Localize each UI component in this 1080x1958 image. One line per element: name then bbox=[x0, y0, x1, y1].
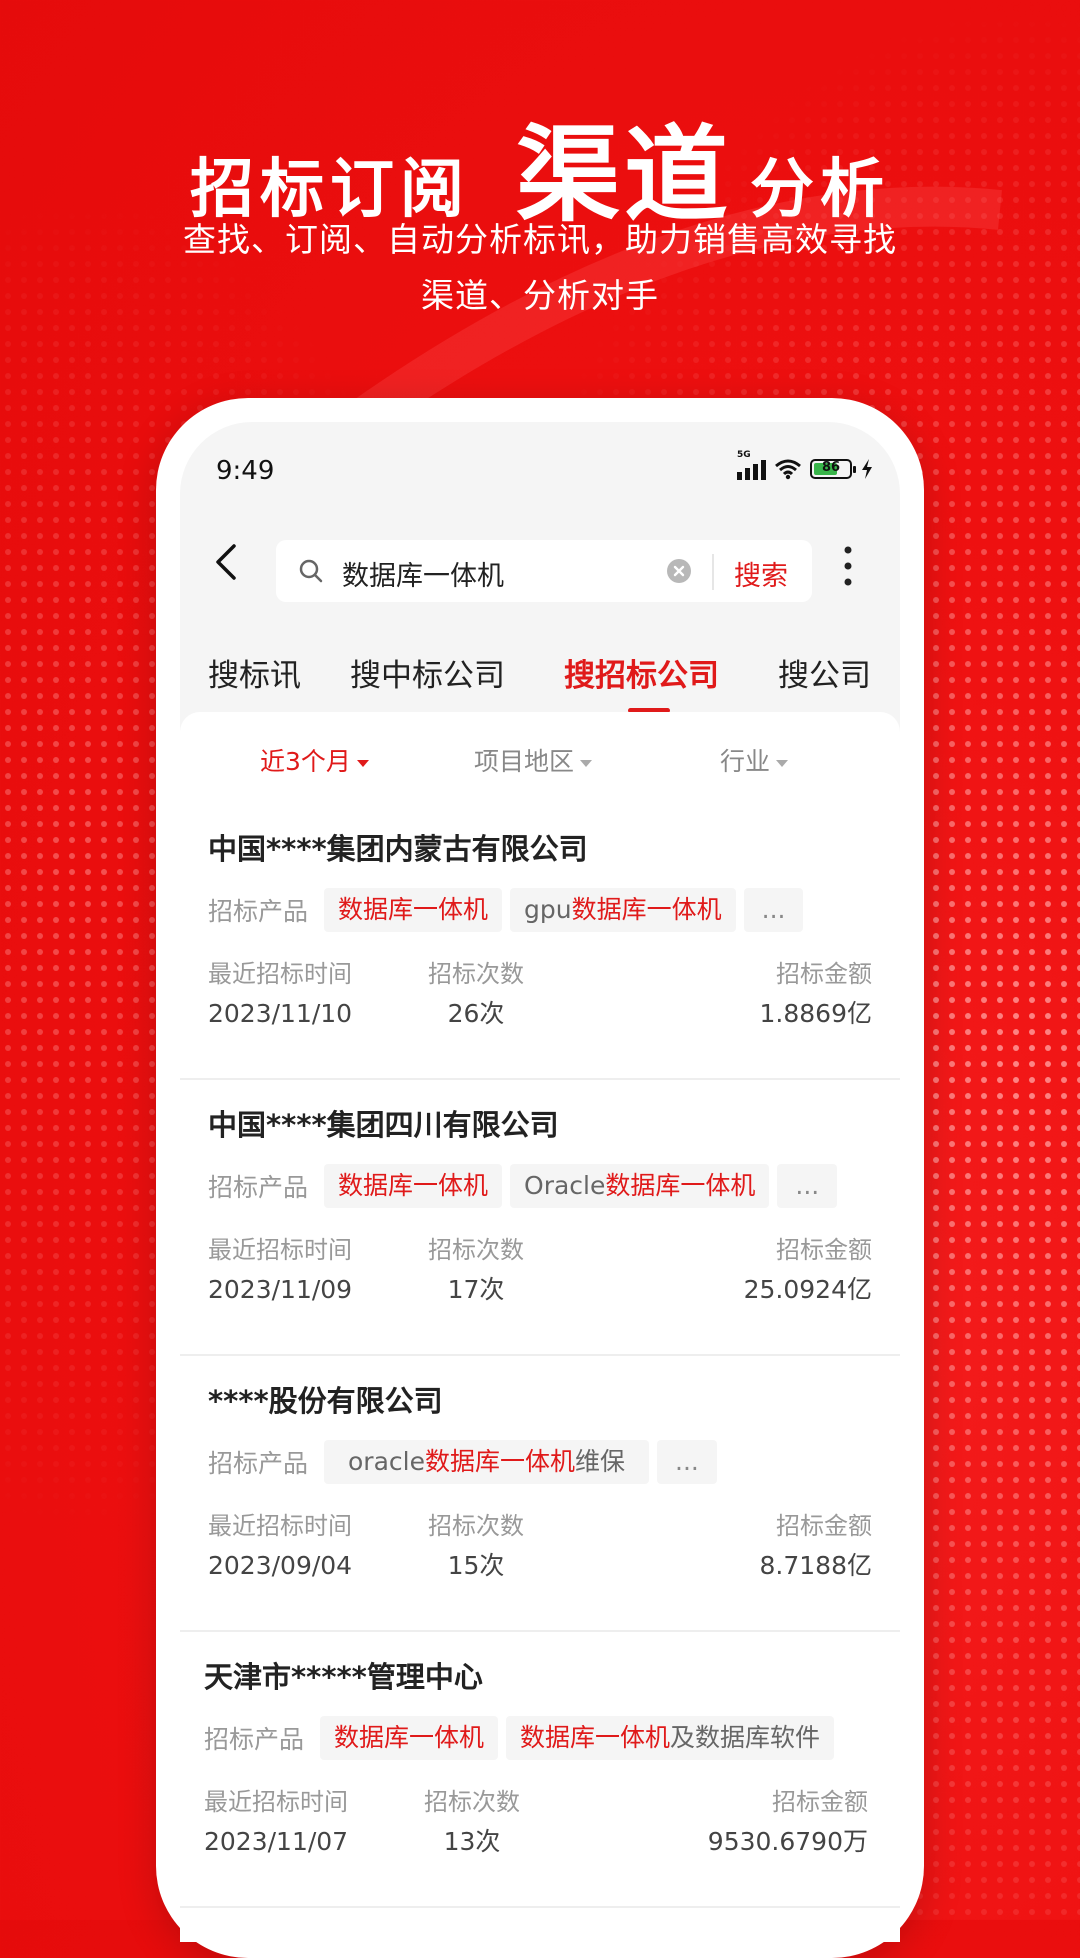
more-options-icon[interactable] bbox=[836, 542, 860, 590]
products-label: 招标产品 bbox=[208, 1449, 309, 1478]
dropdown-caret-icon bbox=[356, 759, 369, 767]
bid-count: 招标次数 26次 bbox=[428, 960, 524, 1028]
bid-amount: 招标金额 25.0924亿 bbox=[743, 1236, 872, 1304]
filter-industry-label: 行业 bbox=[720, 747, 771, 776]
last-bid-time: 最近招标时间 2023/11/09 bbox=[208, 1236, 353, 1304]
search-icon bbox=[299, 559, 323, 583]
filter-time-range[interactable]: 近3个月 bbox=[260, 742, 369, 778]
search-input[interactable]: 数据库一体机 bbox=[342, 554, 504, 593]
promo-subtitle-line1: 查找、订阅、自动分析标讯，助力销售高效寻找 bbox=[183, 220, 897, 259]
result-card[interactable]: 中国****集团内蒙古有限公司 招标产品 数据库一体机 gpu数据库一体机 ..… bbox=[180, 804, 900, 1080]
last-bid-time: 最近招标时间 2023/11/10 bbox=[208, 960, 353, 1028]
filter-region[interactable]: 项目地区 bbox=[474, 742, 593, 778]
product-tag[interactable]: 数据库一体机及数据库软件 bbox=[506, 1716, 835, 1760]
search-type-tabs: 搜标讯 搜中标公司 搜招标公司 搜公司 bbox=[180, 632, 900, 713]
products-label: 招标产品 bbox=[204, 1725, 305, 1754]
product-tag[interactable]: oracle数据库一体机维保 bbox=[324, 1440, 650, 1484]
more-tags[interactable]: ... bbox=[777, 1164, 838, 1208]
bid-count: 招标次数 17次 bbox=[428, 1236, 524, 1304]
product-tags: 招标产品 oracle数据库一体机维保 ... bbox=[208, 1440, 717, 1484]
search-header: 数据库一体机 搜索 bbox=[180, 512, 900, 612]
search-divider bbox=[712, 554, 714, 590]
result-card[interactable]: ****股份有限公司 招标产品 oracle数据库一体机维保 ... 最近招标时… bbox=[180, 1356, 900, 1632]
bid-count: 招标次数 13次 bbox=[424, 1788, 520, 1856]
filter-bar: 近3个月 项目地区 行业 bbox=[180, 712, 900, 804]
bid-amount: 招标金额 9530.6790万 bbox=[707, 1788, 868, 1856]
status-bar: 9:49 5G 86 bbox=[180, 422, 900, 512]
search-button[interactable]: 搜索 bbox=[734, 554, 788, 593]
product-tag[interactable]: 数据库一体机 bbox=[324, 1164, 503, 1208]
results-panel: 近3个月 项目地区 行业 中国****集团内蒙古有限公司 招标产品 数据库一体机… bbox=[180, 712, 900, 1942]
divider bbox=[180, 1906, 900, 1908]
company-name[interactable]: 天津市*****管理中心 bbox=[204, 1654, 483, 1696]
company-name[interactable]: ****股份有限公司 bbox=[208, 1378, 443, 1420]
battery-level: 86 bbox=[821, 460, 841, 475]
tab-tendering-companies[interactable]: 搜招标公司 bbox=[564, 650, 719, 695]
phone-frame: 9:49 5G 86 数据库一体机 搜索 搜标讯 搜中标公司 搜招标公司 搜公司… bbox=[156, 398, 924, 1958]
status-time: 9:49 bbox=[216, 456, 275, 486]
promo-subtitle: 查找、订阅、自动分析标讯，助力销售高效寻找 渠道、分析对手 bbox=[140, 212, 940, 324]
tab-companies[interactable]: 搜公司 bbox=[778, 650, 871, 695]
products-label: 招标产品 bbox=[208, 897, 309, 926]
network-type: 5G bbox=[737, 450, 751, 460]
product-tags: 招标产品 数据库一体机 Oracle数据库一体机 ... bbox=[208, 1164, 838, 1208]
status-icons: 5G 86 bbox=[737, 450, 874, 482]
bid-amount: 招标金额 8.7188亿 bbox=[759, 1512, 872, 1580]
company-name[interactable]: 中国****集团四川有限公司 bbox=[208, 1102, 559, 1144]
search-bar[interactable]: 数据库一体机 搜索 bbox=[276, 540, 812, 602]
result-card[interactable]: 中国****集团四川有限公司 招标产品 数据库一体机 Oracle数据库一体机 … bbox=[180, 1080, 900, 1356]
wifi-icon bbox=[775, 459, 801, 480]
product-tag[interactable]: gpu数据库一体机 bbox=[510, 888, 736, 932]
back-arrow-icon[interactable] bbox=[208, 540, 248, 584]
result-card[interactable]: 天津市*****管理中心 招标产品 数据库一体机 数据库一体机及数据库软件 最近… bbox=[180, 1632, 900, 1908]
clear-icon[interactable] bbox=[666, 558, 692, 584]
promo-subtitle-line2: 渠道、分析对手 bbox=[421, 276, 659, 315]
tab-winning-companies[interactable]: 搜中标公司 bbox=[350, 650, 505, 695]
company-name[interactable]: 中国****集团内蒙古有限公司 bbox=[208, 826, 588, 868]
products-label: 招标产品 bbox=[208, 1173, 309, 1202]
dropdown-caret-icon bbox=[580, 759, 593, 767]
more-tags[interactable]: ... bbox=[743, 888, 804, 932]
charging-icon bbox=[862, 459, 872, 479]
product-tag[interactable]: Oracle数据库一体机 bbox=[510, 1164, 770, 1208]
last-bid-time: 最近招标时间 2023/11/07 bbox=[204, 1788, 349, 1856]
product-tags: 招标产品 数据库一体机 gpu数据库一体机 ... bbox=[208, 888, 804, 932]
filter-time-range-label: 近3个月 bbox=[260, 747, 351, 776]
product-tags: 招标产品 数据库一体机 数据库一体机及数据库软件 bbox=[204, 1716, 835, 1760]
dropdown-caret-icon bbox=[776, 759, 789, 767]
product-tag[interactable]: 数据库一体机 bbox=[320, 1716, 499, 1760]
last-bid-time: 最近招标时间 2023/09/04 bbox=[208, 1512, 353, 1580]
phone-screen: 9:49 5G 86 数据库一体机 搜索 搜标讯 搜中标公司 搜招标公司 搜公司… bbox=[180, 422, 900, 1942]
product-tag[interactable]: 数据库一体机 bbox=[324, 888, 503, 932]
cellular-signal-icon: 5G bbox=[737, 450, 766, 480]
bid-amount: 招标金额 1.8869亿 bbox=[759, 960, 872, 1028]
tab-bid-news[interactable]: 搜标讯 bbox=[208, 650, 301, 695]
more-tags[interactable]: ... bbox=[657, 1440, 717, 1484]
filter-industry[interactable]: 行业 bbox=[720, 742, 789, 778]
bid-count: 招标次数 15次 bbox=[428, 1512, 524, 1580]
filter-region-label: 项目地区 bbox=[474, 747, 575, 776]
battery-icon: 86 bbox=[810, 459, 856, 479]
